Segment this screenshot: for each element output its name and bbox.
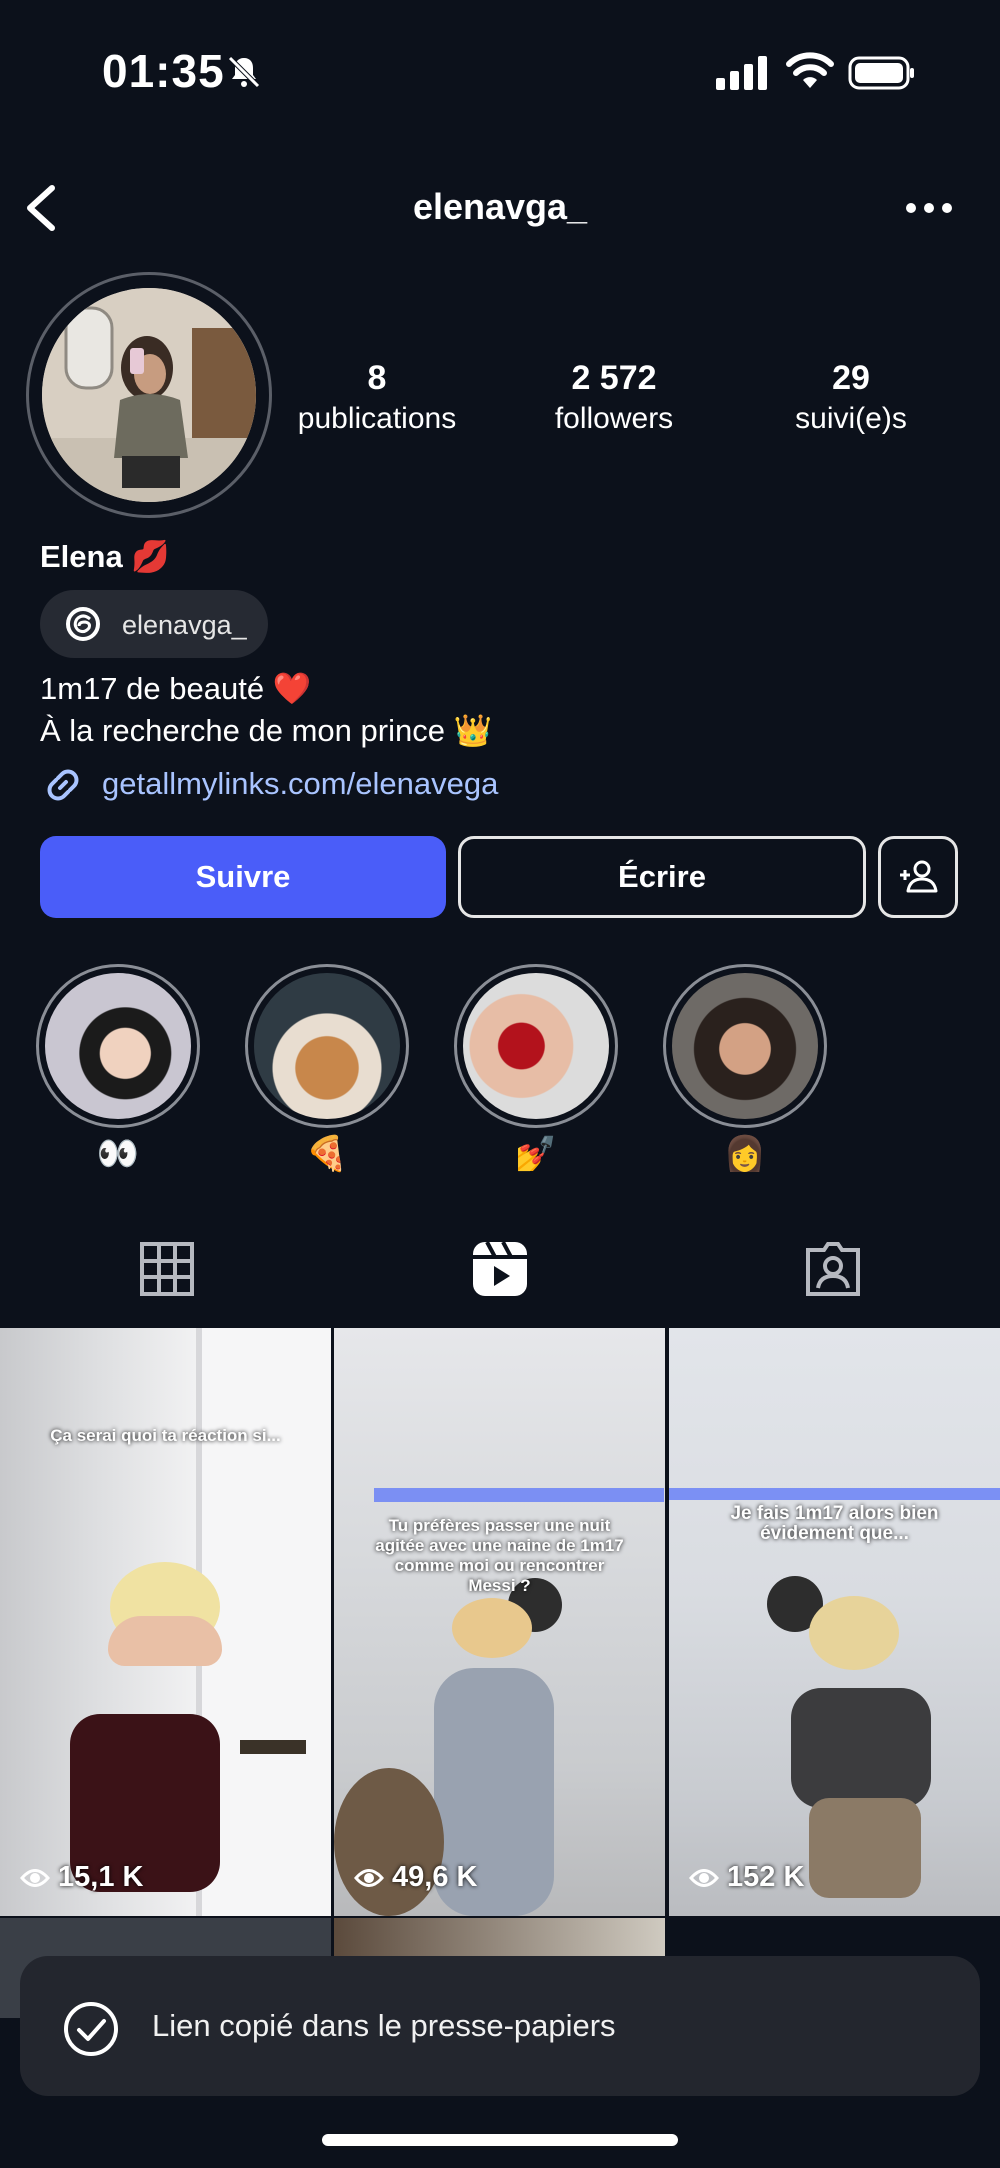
- stat-label: publications: [297, 402, 457, 435]
- threads-icon: [66, 607, 100, 641]
- profile-link[interactable]: getallmylinks.com/elenavega: [102, 766, 498, 802]
- status-time: 01:35: [102, 45, 225, 97]
- reel-views-count: 15,1 K: [58, 1861, 144, 1893]
- reel-tile[interactable]: Tu préfères passer une nuit agitée avec …: [334, 1328, 665, 1916]
- more-options-icon[interactable]: [904, 198, 954, 218]
- reel-views-count: 49,6 K: [392, 1861, 478, 1893]
- highlight-2[interactable]: [245, 964, 409, 1128]
- highlight-cover: [672, 973, 818, 1119]
- home-indicator[interactable]: [322, 2134, 678, 2146]
- bell-muted-icon: [228, 56, 260, 88]
- highlight-4[interactable]: [663, 964, 827, 1128]
- stat-followers[interactable]: 2 572 followers: [504, 356, 724, 438]
- suggest-users-button[interactable]: [878, 836, 958, 918]
- highlight-cover: [45, 973, 191, 1119]
- stat-publications[interactable]: 8 publications: [267, 356, 487, 438]
- reels-tab-icon[interactable]: [471, 1240, 529, 1298]
- bio-line: À la recherche de mon prince 👑: [40, 713, 493, 748]
- highlight-label: 🍕: [305, 1135, 349, 1173]
- reel-views: 15,1 K: [20, 1861, 143, 1894]
- wifi-icon: [786, 52, 834, 88]
- message-button[interactable]: Écrire: [458, 836, 866, 918]
- reel-caption: Ça serai quoi ta réaction si...: [50, 1426, 281, 1445]
- checkmark-circle-icon: [64, 2002, 118, 2056]
- battery-icon: [848, 56, 914, 90]
- stat-value: 2 572: [571, 359, 657, 397]
- views-eye-icon: [20, 1868, 50, 1887]
- stat-value: 29: [832, 359, 870, 397]
- tagged-tab-icon[interactable]: [804, 1240, 862, 1298]
- profile-avatar[interactable]: [42, 288, 256, 502]
- reel-caption: Tu préfères passer une nuit agitée avec …: [375, 1516, 624, 1595]
- reel-caption: Je fais 1m17 alors bien évidement que...: [730, 1503, 939, 1544]
- highlight-label: 👀: [96, 1135, 140, 1173]
- stat-label: suivi(e)s: [795, 402, 907, 435]
- highlight-label: 💅: [514, 1135, 558, 1173]
- highlight-1[interactable]: [36, 964, 200, 1128]
- threads-handle: elenavga_: [122, 610, 247, 640]
- stat-value: 8: [367, 359, 387, 397]
- profile-name: Elena 💋: [40, 539, 170, 574]
- profile-screen: 01:35 elenavga_ 8 publications 2 572 fol…: [0, 0, 1000, 2168]
- highlight-label: 👩: [723, 1135, 767, 1173]
- highlight-cover: [254, 973, 400, 1119]
- reel-tile[interactable]: Je fais 1m17 alors bien évidement que...…: [669, 1328, 1000, 1916]
- follow-button[interactable]: Suivre: [40, 836, 446, 918]
- stat-label: followers: [554, 402, 674, 435]
- cellular-signal-icon: [716, 56, 767, 90]
- active-tab-underline: [333, 1322, 667, 1325]
- stat-following[interactable]: 29 suivi(e)s: [741, 356, 961, 438]
- views-eye-icon: [354, 1868, 384, 1887]
- reel-tile[interactable]: Ça serai quoi ta réaction si... 15,1 K: [0, 1328, 331, 1916]
- reel-views: 152 K: [689, 1861, 804, 1894]
- toast-message: Lien copié dans le presse-papiers: [152, 2008, 616, 2043]
- grid-tab-icon[interactable]: [138, 1240, 196, 1298]
- bio-line: 1m17 de beauté ❤️: [40, 671, 312, 706]
- header-username: elenavga_: [412, 186, 588, 227]
- reel-views: 49,6 K: [354, 1861, 477, 1894]
- views-eye-icon: [689, 1868, 719, 1887]
- highlight-3[interactable]: [454, 964, 618, 1128]
- add-person-icon: [900, 860, 938, 893]
- reel-views-count: 152 K: [727, 1861, 805, 1893]
- highlight-cover: [463, 973, 609, 1119]
- link-icon: [47, 769, 79, 801]
